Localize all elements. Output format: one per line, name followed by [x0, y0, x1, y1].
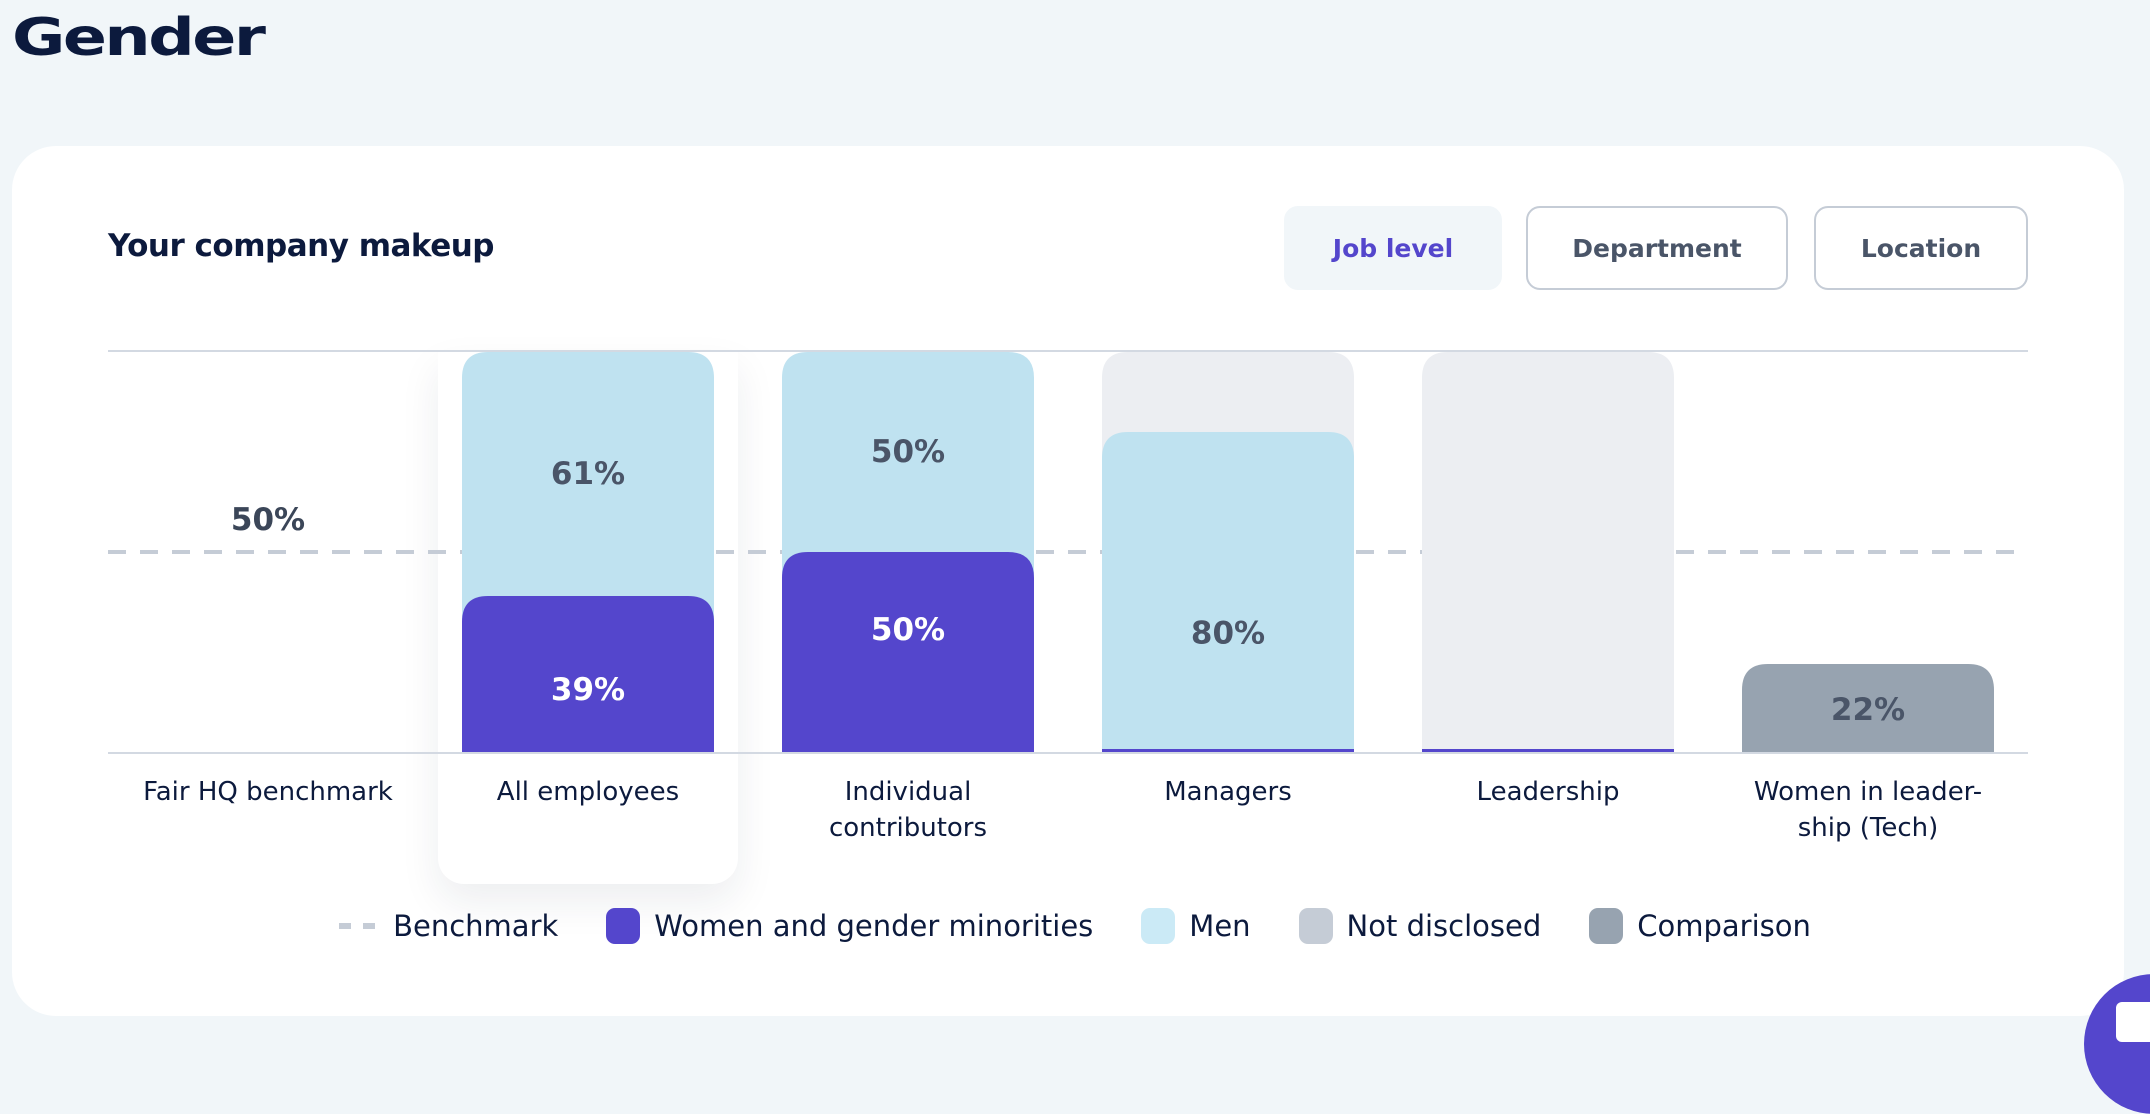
category-label: Fair HQ benchmark — [143, 777, 393, 807]
bar-value-label-comparison: 22% — [1831, 692, 1905, 728]
bar-women — [1422, 749, 1674, 752]
legend-label: Men — [1189, 909, 1251, 943]
bar-women — [1102, 749, 1354, 752]
chart-legend: Benchmark Women and gender minorities Me… — [0, 908, 2150, 944]
bar-value-label-men: 80% — [1191, 616, 1265, 652]
legend-label: Not disclosed — [1346, 909, 1542, 943]
category-label: All employees — [496, 777, 680, 807]
legend-item-comparison: Comparison — [1589, 908, 1811, 944]
category-label: Women in leader-ship (Tech) — [1753, 777, 1983, 843]
category-label: Leadership — [1476, 777, 1620, 807]
legend-item-benchmark: Benchmark — [339, 909, 558, 943]
men-swatch-icon — [1141, 908, 1176, 944]
gender-chart: 50% 61% 39% 50% 50% 80% 22% — [108, 350, 2028, 754]
bar-value-label-men: 61% — [551, 456, 625, 492]
legend-label: Comparison — [1637, 909, 1811, 943]
comparison-swatch-icon — [1589, 908, 1624, 944]
legend-label: Benchmark — [393, 909, 559, 943]
category-label: Managers — [1164, 777, 1292, 807]
bar-value-label-men: 50% — [871, 434, 945, 470]
legend-item-women: Women and gender minorities — [606, 908, 1093, 944]
category-label: Individual contributors — [828, 777, 988, 843]
bar-men — [1102, 432, 1354, 752]
women-swatch-icon — [606, 908, 641, 944]
bar-not-disclosed — [1422, 352, 1674, 752]
bar-value-label-women: 39% — [551, 672, 625, 708]
legend-label: Women and gender minorities — [654, 909, 1094, 943]
bar-value-label-women: 50% — [871, 612, 945, 648]
bar-women — [782, 552, 1034, 752]
legend-item-not-disclosed: Not disclosed — [1298, 908, 1542, 944]
benchmark-dash-icon — [339, 923, 380, 929]
benchmark-value-label: 50% — [231, 502, 305, 538]
chat-icon — [2116, 1002, 2150, 1042]
not-disclosed-swatch-icon — [1298, 908, 1333, 944]
legend-item-men: Men — [1141, 908, 1251, 944]
